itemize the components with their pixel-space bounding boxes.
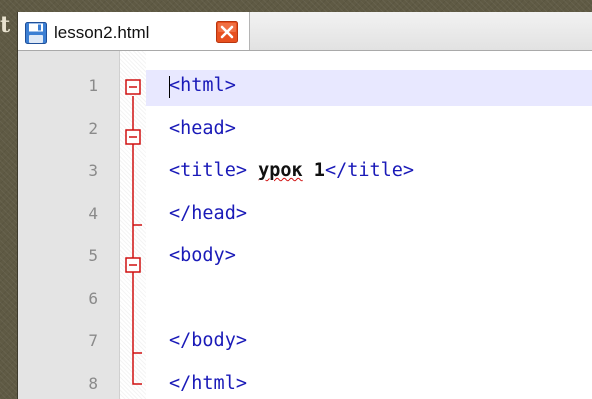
tab-lesson2-html[interactable]: lesson2.html <box>18 12 250 50</box>
code-token: 1 <box>302 160 325 181</box>
fold-margin <box>120 51 146 399</box>
line-number: 5 <box>88 246 98 265</box>
code-token: <title> <box>169 160 247 181</box>
code-token: </title> <box>324 160 415 181</box>
line-number: 7 <box>88 331 98 350</box>
floppy-disk-icon <box>25 22 47 44</box>
close-x-icon[interactable] <box>216 21 238 43</box>
line-number: 2 <box>88 118 98 138</box>
code-line[interactable]: <title> урок 1</title> <box>169 160 414 182</box>
background-text-fragment: t <box>0 12 11 38</box>
code-token: <head> <box>169 117 236 139</box>
text-caret <box>169 76 170 98</box>
code-line[interactable]: </head> <box>169 203 247 225</box>
code-line[interactable]: <head> <box>169 118 236 140</box>
code-line[interactable]: </body> <box>169 330 247 352</box>
tab-label: lesson2.html <box>54 23 150 42</box>
code-line[interactable]: <html> <box>169 75 236 97</box>
line-number: 1 <box>88 76 98 95</box>
code-token: </body> <box>169 330 247 351</box>
code-token: <body> <box>169 245 236 266</box>
code-token: </html> <box>169 372 247 394</box>
code-line[interactable]: <body> <box>169 245 236 267</box>
line-number: 8 <box>88 373 98 393</box>
line-number: 6 <box>88 288 98 308</box>
code-token: </head> <box>169 202 247 224</box>
tab-bar: lesson2.html <box>18 12 592 51</box>
line-number: 4 <box>88 203 98 223</box>
code-token: <html> <box>169 75 236 96</box>
line-number: 3 <box>88 161 98 180</box>
code-line[interactable]: </html> <box>169 373 247 395</box>
code-editor-window: lesson2.html 1 <html> 2 <head> 3 <title> урок… <box>18 12 592 399</box>
code-token: урок <box>258 160 303 181</box>
